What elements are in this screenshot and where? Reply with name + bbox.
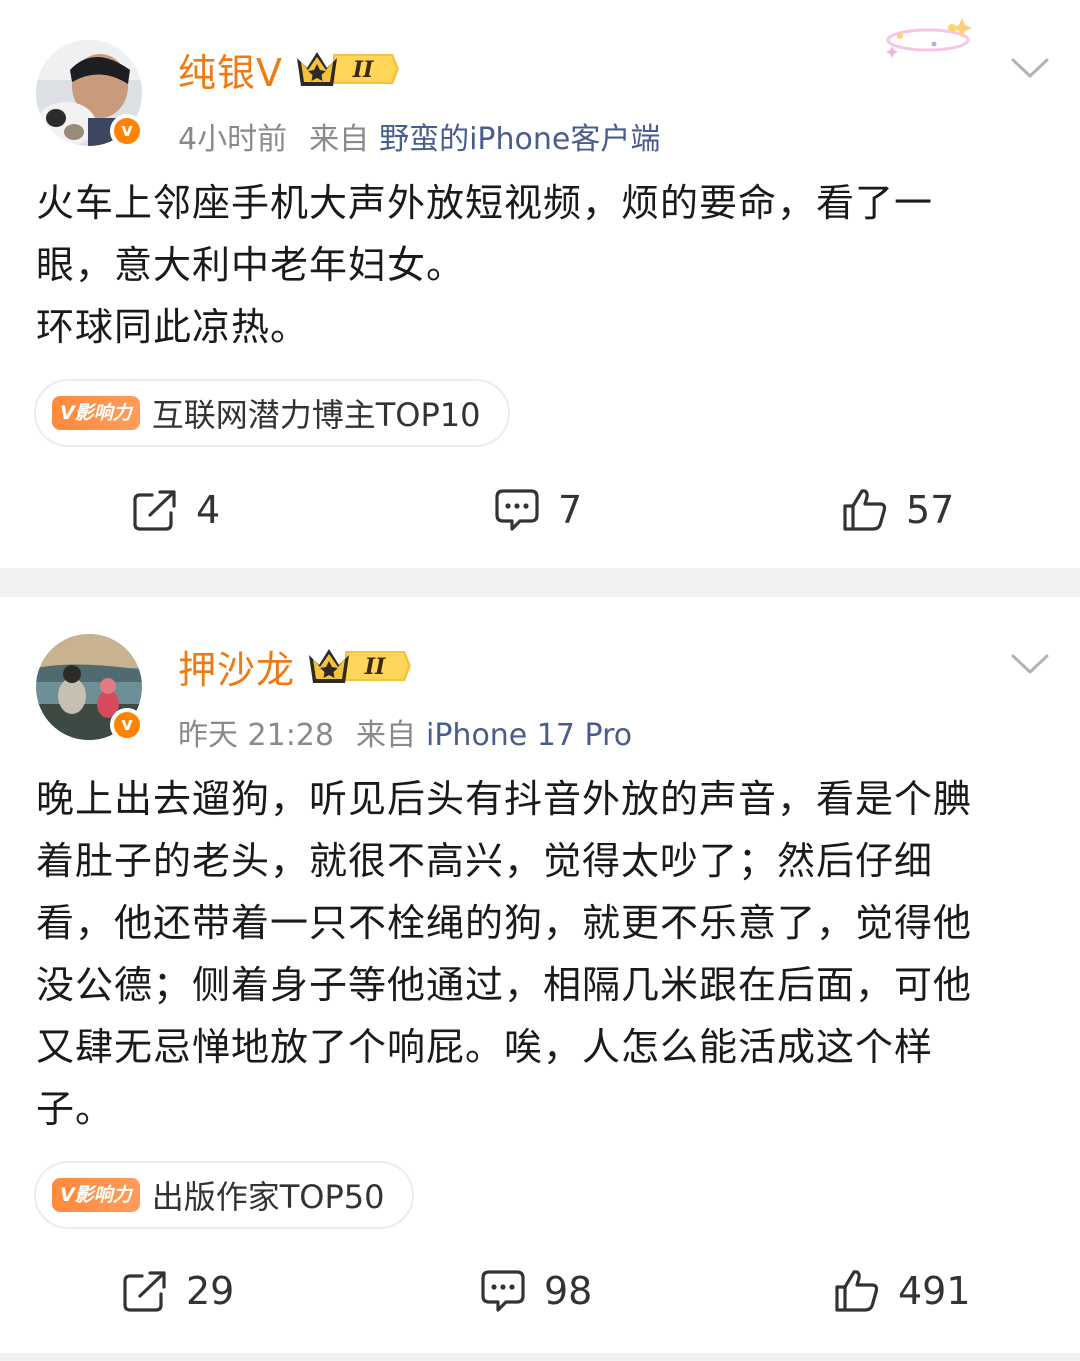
svg-text:II: II	[364, 654, 386, 680]
post-meta: 昨天 21:28 来自 iPhone 17 Pro	[178, 710, 632, 754]
avatar[interactable]: v	[36, 634, 144, 742]
repost-button[interactable]: 4	[132, 480, 220, 540]
post-meta: 4小时前 来自 野蛮的iPhone客户端	[178, 114, 660, 158]
repost-icon	[123, 1271, 166, 1312]
post-content: 火车上邻座手机大声外放短视频，烦的要命，看了一 眼，意大利中老年妇女。 环球同此…	[36, 181, 934, 349]
comment-button[interactable]: 7	[494, 480, 582, 540]
verified-icon: v	[110, 708, 144, 742]
svg-text:II: II	[352, 57, 374, 83]
comment-icon	[495, 489, 539, 531]
comment-button[interactable]: 98	[480, 1261, 592, 1321]
like-icon	[843, 489, 887, 531]
post-content: 晚上出去遛狗，听见后头有抖音外放的声音，看是个腆 着肚子的老头，就很不高兴，觉得…	[36, 777, 973, 1131]
like-icon	[835, 1270, 879, 1312]
post-source-link[interactable]: 野蛮的iPhone客户端	[379, 122, 660, 157]
from-label: 来自	[309, 122, 370, 157]
comment-count: 98	[544, 1269, 593, 1313]
from-label: 来自	[356, 718, 416, 753]
repost-count: 29	[186, 1269, 235, 1313]
chevron-down-icon[interactable]	[1010, 652, 1050, 676]
chevron-down-icon[interactable]	[1010, 56, 1050, 80]
crown-icon[interactable]: II	[307, 643, 412, 689]
weibo-post: v 押沙龙 II 昨天 21:28 来自 iPhone 17 Pro 晚上出去遛狗，…	[0, 597, 1080, 1353]
avatar[interactable]: v	[36, 40, 144, 148]
like-button[interactable]: 57	[842, 480, 954, 540]
influence-tag[interactable]: V影响力 出版作家TOP50	[34, 1161, 415, 1229]
username[interactable]: 押沙龙	[178, 639, 295, 694]
post-time: 4小时前	[178, 122, 288, 157]
repost-button[interactable]: 29	[122, 1261, 234, 1321]
sparkle-decoration-icon	[886, 18, 972, 58]
post-source-link[interactable]: iPhone 17 Pro	[426, 718, 632, 753]
repost-icon	[133, 490, 176, 531]
comment-icon	[481, 1270, 525, 1312]
verified-icon: v	[110, 114, 144, 148]
influence-badge: V影响力	[52, 1178, 140, 1212]
crown-icon[interactable]: II	[295, 46, 399, 92]
influence-tag-label: 互联网潜力博主TOP10	[151, 396, 481, 434]
influence-tag[interactable]: V影响力 互联网潜力博主TOP10	[34, 379, 511, 447]
like-count: 57	[906, 488, 955, 532]
repost-count: 4	[196, 488, 221, 532]
username-row: 纯银V II	[178, 42, 399, 97]
influence-tag-label: 出版作家TOP50	[151, 1178, 385, 1216]
username[interactable]: 纯银V	[178, 42, 283, 97]
like-button[interactable]: 491	[834, 1261, 971, 1321]
post-time: 昨天 21:28	[178, 718, 334, 753]
influence-badge: V影响力	[52, 396, 140, 430]
like-count: 491	[898, 1269, 971, 1313]
comment-count: 7	[558, 488, 583, 532]
action-bar: 4 7 57	[0, 480, 1080, 540]
weibo-post: v 纯银V II 4小时前 来自 野蛮的iPhone客户端 火车上邻座手机大声外放短…	[0, 0, 1080, 568]
action-bar: 29 98 491	[0, 1261, 1080, 1321]
username-row: 押沙龙 II	[178, 639, 412, 694]
